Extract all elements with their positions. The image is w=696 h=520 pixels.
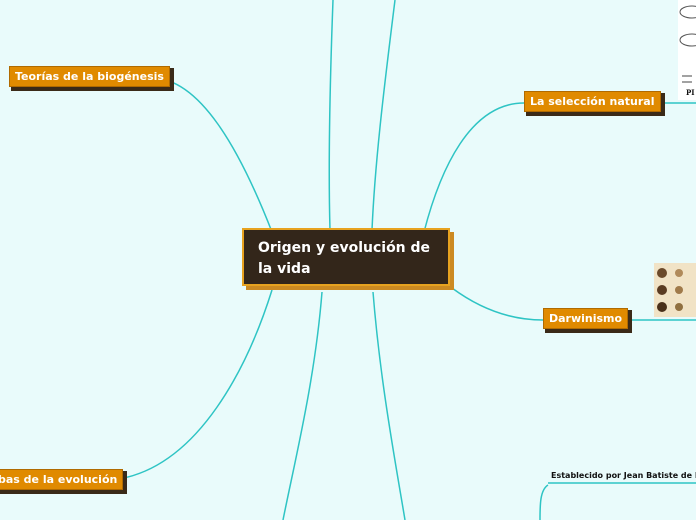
link-pruebas (111, 289, 273, 481)
topic-pruebas-evolucion-label: bas de la evolución (0, 473, 118, 486)
central-topic[interactable]: Origen y evolución de la vida (242, 228, 450, 286)
link-seleccion (423, 102, 525, 233)
topic-biogenesis-label: Teorías de la biogénesis (15, 70, 164, 83)
topic-darwinismo[interactable]: Darwinismo (543, 308, 629, 329)
topic-darwinismo-label: Darwinismo (549, 312, 623, 325)
book-cover-graphic (679, 5, 696, 83)
topic-seleccion-natural-label: La selección natural (530, 95, 655, 108)
evolution-heads-graphic (657, 268, 683, 312)
link-annotation (539, 484, 549, 520)
link-bottom-1 (282, 291, 323, 520)
link-biogenesis (151, 77, 273, 233)
topic-seleccion-natural[interactable]: La selección natural (524, 91, 661, 112)
link-top-1 (328, 0, 334, 231)
book-cover-text: PI (686, 88, 695, 97)
topic-pruebas-evolucion[interactable]: bas de la evolución (0, 469, 124, 490)
topic-biogenesis[interactable]: Teorías de la biogénesis (9, 66, 170, 87)
evolution-heads-image[interactable] (654, 263, 696, 317)
link-top-2 (371, 0, 396, 231)
book-cover-image[interactable]: PI (678, 0, 696, 100)
annotation-label: Establecido por Jean Batiste de Mone (551, 471, 696, 480)
link-bottom-2 (372, 291, 406, 520)
link-darwinismo (451, 287, 544, 321)
central-topic-label: Origen y evolución de la vida (258, 240, 431, 277)
